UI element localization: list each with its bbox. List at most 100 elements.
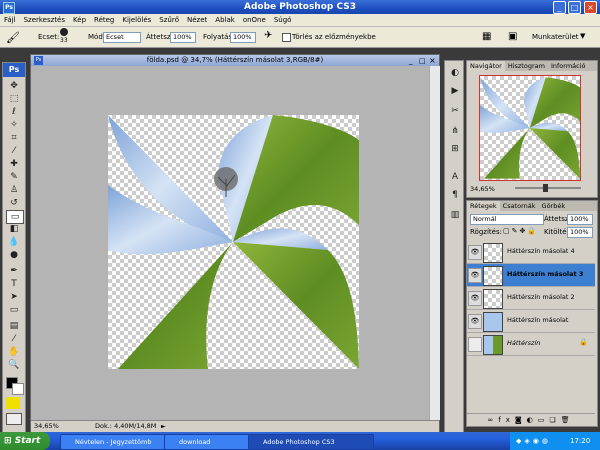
layer-row[interactable]: 👁 Háttérszín másolat 2 (467, 287, 595, 310)
type-tool-icon[interactable]: T (6, 278, 22, 290)
vertical-scrollbar[interactable] (429, 66, 440, 420)
fill-input[interactable]: 100% (567, 227, 593, 238)
magic-wand-icon[interactable]: ✧ (6, 119, 22, 131)
info-arrow-icon[interactable]: ► (161, 421, 166, 432)
eraser-tool-icon[interactable]: ▭ (6, 210, 24, 224)
brush-icon[interactable]: ✎ (6, 171, 22, 183)
trash-icon[interactable]: 🗑 (561, 416, 575, 424)
brush-tool-icon[interactable]: 🖌 (6, 31, 20, 44)
tab-navigator[interactable]: Navigátor (467, 61, 505, 71)
zoom-readout[interactable]: 34,65% (34, 421, 59, 432)
workspace-button[interactable]: Munkaterület (532, 33, 579, 41)
quick-mask-icon[interactable] (6, 397, 20, 409)
marquee-tool-icon[interactable]: ⬚ (6, 93, 22, 105)
layer-row[interactable]: 👁 Háttérszín másolat (467, 310, 595, 333)
layer-row[interactable]: 👁 Háttérszín másolat 4 (467, 241, 595, 264)
layer-row[interactable]: · Háttérszín 🔒 (467, 333, 595, 356)
tool-presets-icon[interactable]: ✂ (447, 105, 463, 117)
ps-logo-icon: Ps (3, 63, 25, 77)
pen-tool-icon[interactable]: ✒ (6, 265, 22, 277)
layer-opacity-input[interactable]: 100% (567, 214, 593, 225)
tab-layers[interactable]: Rétegek (467, 201, 500, 211)
tray-icons[interactable]: ◆◈◉◍ (516, 437, 551, 445)
shape-tool-icon[interactable]: ▭ (6, 304, 22, 316)
taskbar-item-photoshop[interactable]: Adobe Photoshop CS3 (248, 434, 374, 450)
paragraph-panel-icon[interactable]: ¶ (447, 189, 463, 201)
menu-onone[interactable]: onOne (239, 14, 270, 26)
airbrush-icon[interactable]: ✈ (264, 30, 272, 41)
history-brush-icon[interactable]: ↺ (6, 197, 22, 209)
eyedropper2-icon[interactable]: ⁄ (6, 333, 22, 345)
zoom-tool-icon[interactable]: 🔍 (6, 359, 22, 371)
menu-select[interactable]: Kijelölés (118, 14, 155, 26)
menu-layer[interactable]: Réteg (90, 14, 118, 26)
clone-stamp-icon[interactable]: ♙ (6, 184, 22, 196)
layer-row-selected[interactable]: 👁 Háttérszín másolat 3 (467, 264, 595, 287)
maximize-button[interactable]: □ (568, 1, 581, 14)
mask-icon[interactable]: ◙ (515, 416, 527, 424)
blend-mode-select[interactable]: Normál (470, 214, 544, 225)
taskbar-item-notepad[interactable]: Névtelen - Jegyzettömb (60, 434, 176, 450)
hand-tool-icon[interactable]: ✋ (6, 346, 22, 358)
brushes-panel-icon[interactable]: ⋔ (447, 125, 463, 137)
navigator-zoom-slider[interactable] (515, 187, 581, 189)
brush-preview-icon[interactable] (60, 28, 68, 36)
tab-histogram[interactable]: Hisztogram (505, 61, 548, 71)
swatches-panel-icon[interactable]: ▥ (447, 209, 463, 221)
doc-close-button[interactable]: × (429, 55, 436, 66)
opacity-input[interactable]: 100% (170, 32, 196, 43)
background-color-swatch[interactable] (12, 383, 24, 395)
image-canvas[interactable] (108, 115, 359, 369)
tab-info[interactable]: Információ (548, 61, 589, 71)
minimize-button[interactable]: _ (553, 1, 566, 14)
chevron-down-icon[interactable]: ▼ (580, 32, 585, 40)
path-select-icon[interactable]: ➤ (6, 291, 22, 303)
folder-icon[interactable]: ▭ (538, 416, 550, 424)
eye-icon[interactable]: 👁 (468, 268, 482, 283)
close-button[interactable]: × (584, 1, 597, 14)
bridge-icon[interactable]: ▦ (482, 31, 491, 42)
eye-icon[interactable]: 👁 (468, 245, 482, 260)
tab-curves[interactable]: Görbék (539, 201, 569, 211)
link-icon[interactable]: ∞ (487, 416, 498, 424)
new-layer-icon[interactable]: ❏ (549, 416, 560, 424)
notes-tool-icon[interactable]: ▤ (6, 320, 22, 332)
move-tool-icon[interactable]: ✥ (6, 80, 22, 92)
actions-panel-icon[interactable]: ▶ (447, 85, 463, 97)
blur-tool-icon[interactable]: 💧 (6, 236, 22, 248)
pinwheel-artwork (108, 115, 359, 369)
lasso-tool-icon[interactable]: ℓ (6, 106, 22, 118)
eye-hidden-icon[interactable]: · (468, 337, 482, 352)
lock-icons[interactable]: ▢✎✥🔒 (503, 227, 538, 235)
start-button[interactable]: ⊞ Start (0, 432, 50, 450)
mode-select[interactable]: Ecset (103, 32, 141, 43)
eye-icon[interactable]: 👁 (468, 291, 482, 306)
crop-tool-icon[interactable]: ⌗ (6, 132, 22, 144)
menu-edit[interactable]: Szerkesztés (20, 14, 69, 26)
menu-view[interactable]: Nézet (183, 14, 211, 26)
eyedropper-icon[interactable]: ⁄ (6, 145, 22, 157)
healing-brush-icon[interactable]: ✚ (6, 158, 22, 170)
dodge-tool-icon[interactable]: ● (6, 249, 22, 261)
flow-input[interactable]: 100% (230, 32, 256, 43)
menu-window[interactable]: Ablak (211, 14, 239, 26)
tab-channels[interactable]: Csatornák (500, 201, 539, 211)
erase-history-checkbox[interactable] (282, 33, 291, 42)
menu-image[interactable]: Kép (69, 14, 90, 26)
taskbar-item-download[interactable]: download (164, 434, 260, 450)
navigator-zoom[interactable]: 34,65% (470, 185, 495, 193)
screen-mode-icon[interactable] (6, 413, 22, 425)
gradient-tool-icon[interactable]: ◧ (6, 223, 22, 235)
clone-source-icon[interactable]: ⊞ (447, 143, 463, 155)
character-panel-icon[interactable]: A (447, 171, 463, 183)
fx-icon[interactable]: fx (498, 416, 515, 424)
menu-help[interactable]: Súgó (270, 14, 296, 26)
navigator-slider-thumb[interactable] (543, 184, 548, 192)
eye-icon[interactable]: 👁 (468, 314, 482, 329)
menu-file[interactable]: Fájl (0, 14, 20, 26)
menu-filter[interactable]: Szűrő (155, 14, 183, 26)
palette-well-icon[interactable]: ▣ (508, 31, 517, 42)
history-panel-icon[interactable]: ◐ (447, 67, 463, 79)
navigator-preview[interactable] (479, 75, 581, 181)
adjustment-icon[interactable]: ◐ (527, 416, 538, 424)
